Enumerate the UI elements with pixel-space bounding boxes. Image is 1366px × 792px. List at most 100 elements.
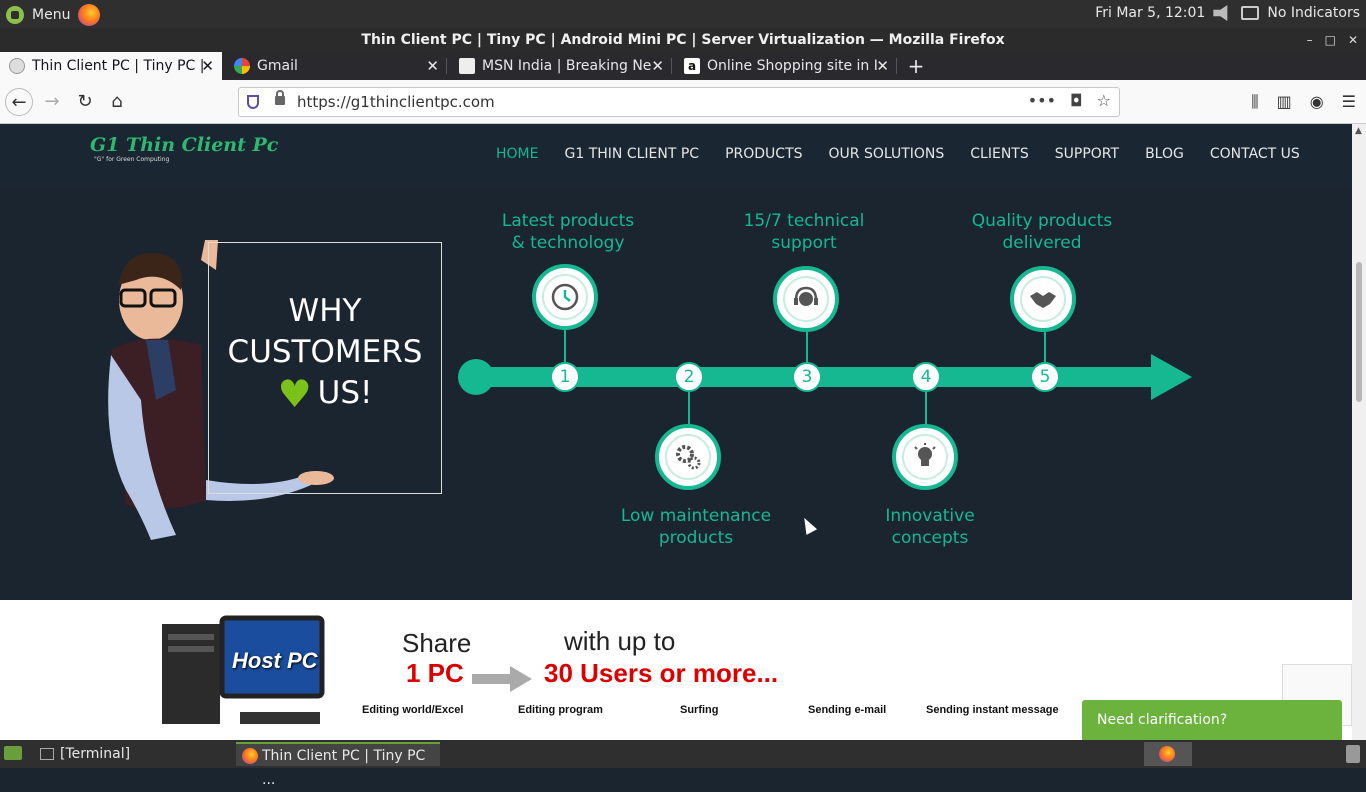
nav-support[interactable]: SUPPORT	[1055, 146, 1119, 162]
nav-blog[interactable]: BLOG	[1145, 146, 1184, 162]
network-icon[interactable]	[1241, 6, 1260, 20]
feature-innovative-concepts: Innovative concepts	[885, 506, 975, 548]
url-text[interactable]: https://g1thinclientpc.com	[297, 93, 495, 111]
nav-clients[interactable]: CLIENTS	[970, 146, 1028, 162]
clock[interactable]: Fri Mar 5, 12:01	[1095, 5, 1205, 21]
scrollbar-thumb[interactable]	[1356, 262, 1362, 402]
pocket-icon[interactable]: ◘	[1070, 91, 1083, 110]
heart-icon: ♥	[277, 372, 312, 416]
window-titlebar: Thin Client PC | Tiny PC | Android Mini …	[0, 28, 1366, 52]
tracking-shield-icon[interactable]	[247, 95, 259, 109]
mint-logo-icon	[6, 6, 24, 24]
caption-sending-email: Sending e-mail	[808, 704, 887, 716]
library-icon[interactable]: ⫼	[1251, 92, 1258, 112]
tab-amazon[interactable]: a Online Shopping site in I ✕	[675, 52, 897, 80]
handshake-icon	[1030, 292, 1056, 308]
close-tab-icon[interactable]: ✕	[876, 52, 889, 80]
nav-toolbar: ← → ↻ ⌂ https://g1thinclientpc.com ••• ◘…	[0, 80, 1366, 124]
taskbar-firefox[interactable]: Thin Client PC | Tiny PC ...	[236, 742, 440, 788]
lock-icon[interactable]	[275, 90, 285, 105]
timeline-step-3: 3	[792, 362, 822, 392]
share-word: Share	[402, 628, 472, 658]
feature-technical-support: 15/7 technical support	[743, 211, 865, 253]
firefox-icon	[242, 748, 258, 764]
tab-label: Online Shopping site in I	[707, 58, 878, 74]
web-page: G1 Thin Client Pc "G" for Green Computin…	[0, 124, 1352, 740]
feature-low-maintenance: Low maintenance products	[620, 506, 772, 548]
timeline-step-2: 2	[674, 362, 704, 392]
tab-msn[interactable]: MSN India | Breaking Ne ✕	[450, 52, 672, 80]
tab-label: Thin Client PC | Tiny PC |	[32, 58, 205, 74]
nav-our-solutions[interactable]: OUR SOLUTIONS	[829, 146, 945, 162]
show-desktop-icon[interactable]	[4, 746, 22, 760]
why-customers-box: WHY CUSTOMERS ♥ US!	[208, 242, 442, 494]
feature-icon-circle-4	[892, 424, 958, 490]
caption-editing-world: Editing world/Excel	[362, 704, 464, 716]
site-favicon-icon	[9, 58, 25, 74]
tab-thin-client[interactable]: Thin Client PC | Tiny PC | ✕	[0, 52, 222, 80]
why-line3: US!	[317, 375, 373, 411]
close-tab-icon[interactable]: ✕	[651, 52, 664, 80]
caption-instant-message: Sending instant message	[926, 704, 1059, 716]
workspace-switcher[interactable]	[1144, 742, 1192, 766]
home-button[interactable]: ⌂	[103, 88, 131, 116]
why-line2: CUSTOMERS	[227, 334, 423, 370]
host-pc-label: Host PC	[232, 648, 318, 673]
caption-editing-program: Editing program	[518, 704, 603, 716]
nav-products[interactable]: PRODUCTS	[725, 146, 802, 162]
feature-quality-products: Quality products delivered	[971, 211, 1113, 253]
page-scrollbar[interactable]: ▲	[1352, 124, 1366, 740]
forward-button[interactable]: →	[38, 88, 66, 116]
lightbulb-icon	[914, 443, 936, 466]
close-tab-icon[interactable]: ✕	[426, 52, 439, 80]
reload-button[interactable]: ↻	[71, 88, 99, 116]
feature-icon-circle-3	[773, 266, 839, 332]
taskbar-terminal[interactable]: [Terminal]	[34, 742, 234, 766]
os-top-panel: Menu Fri Mar 5, 12:01 No Indicators	[0, 0, 1366, 28]
feature-icon-circle-5	[1010, 266, 1076, 332]
feature-latest-products: Latest products & technology	[501, 211, 635, 253]
site-logo[interactable]: G1 Thin Client Pc "G" for Green Computin…	[90, 134, 278, 163]
minimize-icon[interactable]: –	[1307, 28, 1313, 52]
tab-gmail[interactable]: Gmail ✕	[225, 52, 447, 80]
google-favicon-icon	[234, 58, 250, 74]
new-tab-button[interactable]: +	[902, 52, 930, 80]
why-line1: WHY	[288, 293, 362, 329]
host-pc-illustration	[162, 615, 325, 724]
gears-icon	[676, 445, 701, 470]
site-nav: HOME G1 THIN CLIENT PC PRODUCTS OUR SOLU…	[496, 146, 1300, 162]
clock-icon	[551, 283, 579, 311]
nav-home[interactable]: HOME	[496, 146, 538, 162]
indicators-label[interactable]: No Indicators	[1267, 5, 1360, 21]
close-window-icon[interactable]: ✕	[1348, 28, 1358, 52]
bookmark-star-icon[interactable]: ☆	[1097, 91, 1111, 110]
msn-favicon-icon	[459, 58, 475, 74]
close-tab-icon[interactable]: ✕	[201, 52, 214, 80]
account-icon[interactable]: ◉	[1310, 92, 1324, 112]
firefox-launcher-icon[interactable]	[78, 4, 101, 26]
maximize-icon[interactable]: □	[1325, 28, 1336, 52]
feature-icon-circle-2	[655, 424, 721, 490]
hamburger-menu-icon[interactable]: ☰	[1342, 92, 1356, 112]
back-button[interactable]: ←	[5, 88, 33, 116]
nav-contact-us[interactable]: CONTACT US	[1210, 146, 1300, 162]
need-clarification-chat[interactable]: Need clarification?	[1082, 700, 1342, 740]
with-up-to-label: with up to	[564, 626, 676, 656]
page-actions-icon[interactable]: •••	[1028, 91, 1056, 110]
sidebar-icon[interactable]: ▥	[1277, 92, 1292, 112]
users-count-label: 30 Users or more...	[544, 658, 779, 688]
scroll-up-icon[interactable]: ▲	[1355, 126, 1362, 136]
tab-label: MSN India | Breaking Ne	[482, 58, 652, 74]
trash-icon[interactable]	[1346, 745, 1360, 763]
tab-bar: Thin Client PC | Tiny PC | ✕ Gmail ✕ MSN…	[0, 52, 1366, 80]
nav-g1-thin-client[interactable]: G1 THIN CLIENT PC	[564, 146, 699, 162]
url-bar[interactable]: https://g1thinclientpc.com ••• ◘ ☆	[238, 87, 1120, 117]
amazon-favicon-icon: a	[684, 58, 700, 74]
volume-icon[interactable]	[1213, 5, 1228, 21]
site-logo-name: G1 Thin Client Pc	[90, 134, 279, 156]
one-pc-label: 1 PC	[406, 658, 464, 688]
terminal-icon	[40, 748, 54, 760]
os-menu-button[interactable]: Menu	[6, 4, 101, 26]
timeline-step-5: 5	[1030, 362, 1060, 392]
site-logo-tagline: "G" for Green Computing	[94, 156, 170, 163]
